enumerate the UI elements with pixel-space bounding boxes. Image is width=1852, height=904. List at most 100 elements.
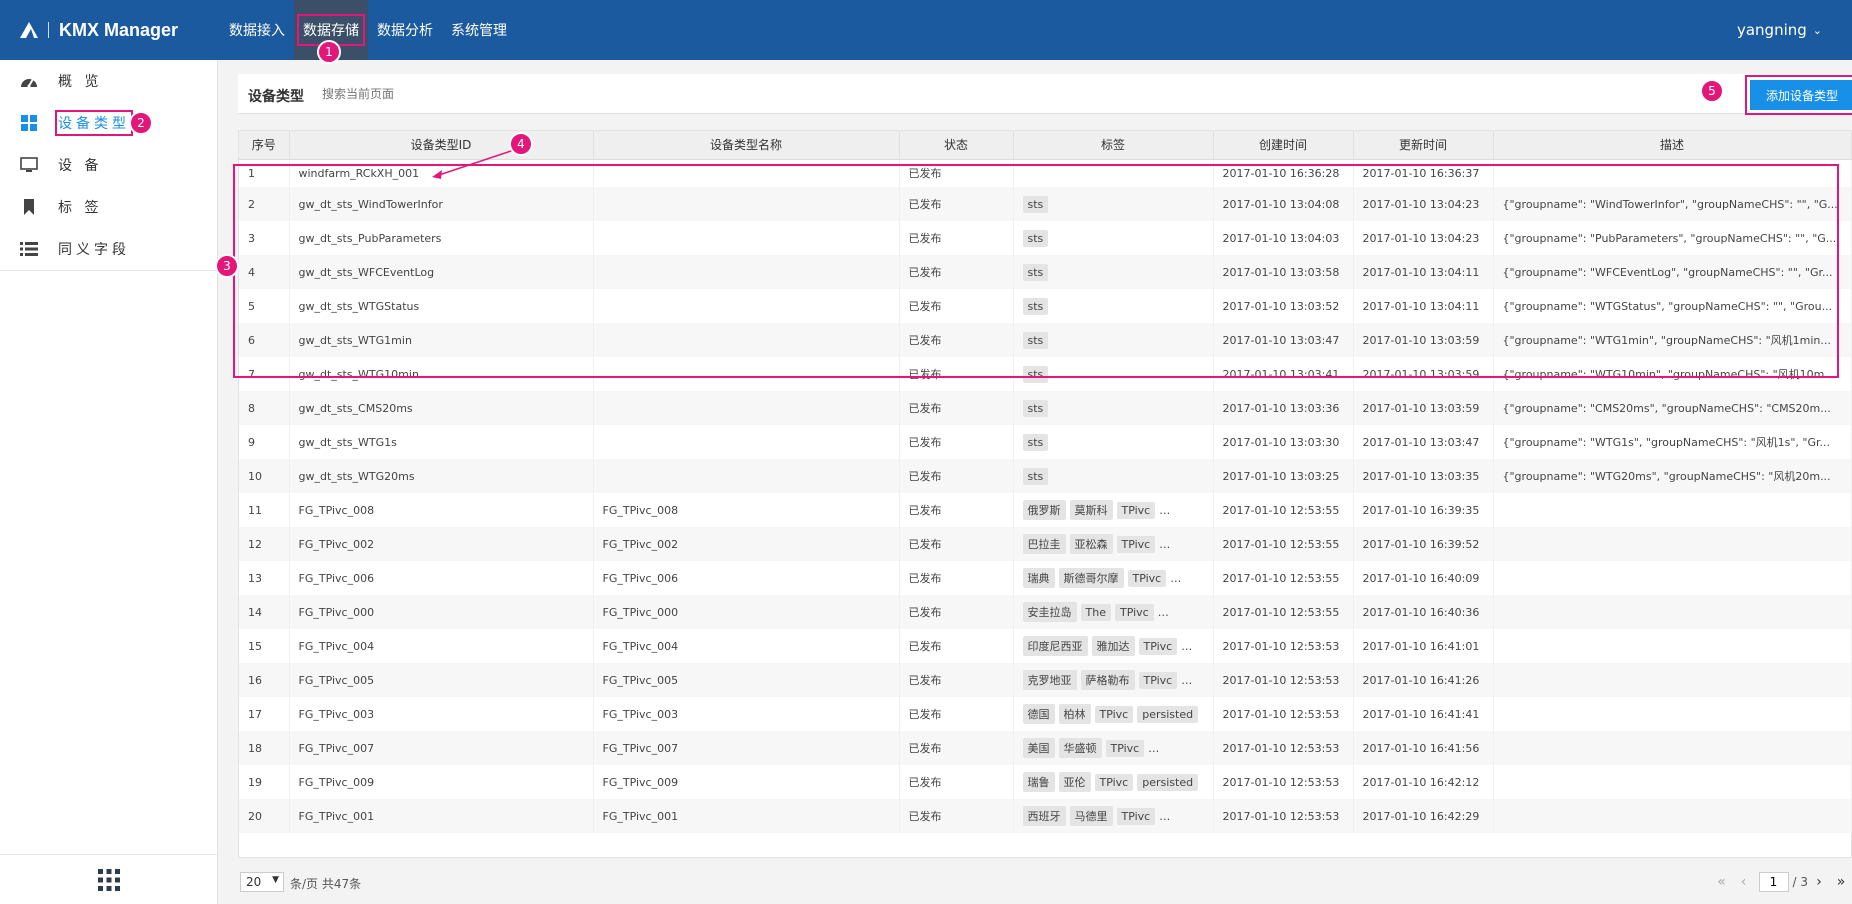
column-header[interactable]: 序号 <box>239 131 290 160</box>
search-input[interactable] <box>322 82 462 106</box>
table-row[interactable]: 9 gw_dt_sts_WTG1s 已发布 sts 2017-01-10 13:03:3… <box>239 425 1852 459</box>
device-type-name-cell <box>593 357 900 391</box>
row-index-cell: 15 <box>239 629 290 663</box>
tag-badge: persisted <box>1137 774 1199 791</box>
description-cell <box>1493 663 1852 697</box>
status-cell: 已发布 <box>899 493 1014 527</box>
first-page-icon[interactable]: « <box>1711 874 1733 890</box>
column-header[interactable]: 设备类型名称 <box>593 131 900 160</box>
table-row[interactable]: 15 FG_TPivc_004 FG_TPivc_004 已发布 印度尼西亚 雅加达 TPi… <box>239 629 1852 663</box>
device-type-id-cell: gw_dt_sts_WFCEventLog <box>289 255 594 289</box>
column-header[interactable]: 描述 <box>1493 131 1852 160</box>
created-time-cell: 2017-01-10 12:53:53 <box>1213 663 1354 697</box>
status-cell: 已发布 <box>899 561 1014 595</box>
status-cell: 已发布 <box>899 289 1014 323</box>
status-cell: 已发布 <box>899 187 1014 221</box>
sidebar-item-overview[interactable]: 概 览 <box>0 60 217 102</box>
created-time-cell: 2017-01-10 13:03:52 <box>1213 289 1354 323</box>
updated-time-cell: 2017-01-10 13:03:59 <box>1353 357 1494 391</box>
table-row[interactable]: 19 FG_TPivc_009 FG_TPivc_009 已发布 瑞鲁 亚伦 TPivc pe… <box>239 765 1852 799</box>
column-header[interactable]: 状态 <box>899 131 1014 160</box>
table-row[interactable]: 18 FG_TPivc_007 FG_TPivc_007 已发布 美国 华盛顿 TPivc p… <box>239 731 1852 765</box>
device-type-name-cell <box>593 459 900 493</box>
updated-time-cell: 2017-01-10 13:03:59 <box>1353 323 1494 357</box>
table-row[interactable]: 10 gw_dt_sts_WTG20ms 已发布 sts 2017-01-10 13:0… <box>239 459 1852 493</box>
table-row[interactable]: 8 gw_dt_sts_CMS20ms 已发布 sts 2017-01-10 13:03… <box>239 391 1852 425</box>
table-row[interactable]: 2 gw_dt_sts_WindTowerInfor 已发布 sts 2017-01-1… <box>239 187 1852 221</box>
sidebar-item-devices[interactable]: 设 备 <box>0 144 217 186</box>
tag-badge: TPivc <box>1114 604 1154 621</box>
table-row[interactable]: 14 FG_TPivc_000 FG_TPivc_000 已发布 安圭拉岛 The TPiv… <box>239 595 1852 629</box>
user-menu[interactable]: yangning ⌄ <box>1737 0 1822 60</box>
prev-page-icon[interactable]: ‹ <box>1733 874 1755 890</box>
description-cell <box>1493 697 1852 731</box>
description-cell: {"groupname": "PubParameters", "groupNam… <box>1493 221 1852 255</box>
table-row[interactable]: 20 FG_TPivc_001 FG_TPivc_001 已发布 西班牙 马德里 TPivc… <box>239 799 1852 833</box>
device-type-id-cell: FG_TPivc_005 <box>289 663 594 697</box>
tag-badge: TPivc <box>1116 536 1156 553</box>
column-header[interactable]: 更新时间 <box>1353 131 1494 160</box>
column-header[interactable]: 标签 <box>1013 131 1214 160</box>
created-time-cell: 2017-01-10 13:03:58 <box>1213 255 1354 289</box>
updated-time-cell: 2017-01-10 13:03:47 <box>1353 425 1494 459</box>
table-row[interactable]: 5 gw_dt_sts_WTGStatus 已发布 sts 2017-01-10 13:… <box>239 289 1852 323</box>
table-row[interactable]: 13 FG_TPivc_006 FG_TPivc_006 已发布 瑞典 斯德哥尔摩 TPiv… <box>239 561 1852 595</box>
add-device-type-button[interactable]: 添加设备类型 <box>1745 75 1852 115</box>
created-time-cell: 2017-01-10 16:36:28 <box>1213 159 1354 187</box>
table-row[interactable]: 3 gw_dt_sts_PubParameters 已发布 sts 2017-01-10… <box>239 221 1852 255</box>
updated-time-cell: 2017-01-10 16:42:12 <box>1353 765 1494 799</box>
last-page-icon[interactable]: » <box>1830 874 1852 890</box>
sidebar-item-device-types[interactable]: 设备类型 <box>0 102 217 144</box>
table-row[interactable]: 1 windfarm_RCkXH_001 已发布 2017-01-10 16:36:2… <box>239 159 1852 187</box>
tag-badge: 斯德哥尔摩 <box>1058 568 1124 588</box>
tag-badge: 俄罗斯 <box>1022 500 1066 520</box>
tags-cell: 俄罗斯 莫斯科 TPivc persiste <box>1013 493 1214 527</box>
tags-cell <box>1013 159 1214 187</box>
table-row[interactable]: 17 FG_TPivc_003 FG_TPivc_003 已发布 德国 柏林 TPivc pe… <box>239 697 1852 731</box>
updated-time-cell: 2017-01-10 13:03:35 <box>1353 459 1494 493</box>
username: yangning <box>1736 21 1807 39</box>
apps-menu-button[interactable] <box>0 854 217 904</box>
table-header-row: 序号 设备类型ID 设备类型名称 状态 标签 创建时间 更新时间 描述 <box>239 131 1852 160</box>
sidebar-item-synonym-fields[interactable]: 同义字段 <box>0 228 217 270</box>
table-row[interactable]: 12 FG_TPivc_002 FG_TPivc_002 已发布 巴拉圭 亚松森 TPivc… <box>239 527 1852 561</box>
status-cell: 已发布 <box>899 697 1014 731</box>
table-row[interactable]: 6 gw_dt_sts_WTG1min 已发布 sts 2017-01-10 13:03… <box>239 323 1852 357</box>
column-header[interactable]: 设备类型ID <box>289 131 594 160</box>
sidebar-item-tags[interactable]: 标 签 <box>0 186 217 228</box>
device-type-name-cell: FG_TPivc_002 <box>593 527 900 561</box>
description-cell: {"groupname": "WTG10min", "groupNameCHS"… <box>1493 357 1852 391</box>
table-row[interactable]: 16 FG_TPivc_005 FG_TPivc_005 已发布 克罗地亚 萨格勒布 TPi… <box>239 663 1852 697</box>
tag-badge: sts <box>1022 263 1049 281</box>
page-size-select[interactable]: 20 ▼ <box>240 872 284 892</box>
updated-time-cell: 2017-01-10 16:41:41 <box>1353 697 1494 731</box>
table-row[interactable]: 7 gw_dt_sts_WTG10min 已发布 sts 2017-01-10 13:0… <box>239 357 1852 391</box>
updated-time-cell: 2017-01-10 13:04:23 <box>1353 221 1494 255</box>
record-count: 条/页 共47条 <box>290 877 362 891</box>
next-page-icon[interactable]: › <box>1808 874 1830 890</box>
updated-time-cell: 2017-01-10 16:41:01 <box>1353 629 1494 663</box>
brand[interactable]: KMX Manager <box>18 0 178 60</box>
tags-cell: 克罗地亚 萨格勒布 TPivc pe <box>1013 663 1214 697</box>
topnav-system-admin[interactable]: 系统管理 <box>442 0 516 60</box>
updated-time-cell: 2017-01-10 13:04:23 <box>1353 187 1494 221</box>
page-number-input[interactable] <box>1758 872 1789 892</box>
tag-badge: 雅加达 <box>1091 636 1135 656</box>
tags-cell: sts <box>1013 187 1214 221</box>
row-index-cell: 14 <box>239 595 290 629</box>
topnav-data-ingest[interactable]: 数据接入 <box>220 0 294 60</box>
table-row[interactable]: 4 gw_dt_sts_WFCEventLog 已发布 sts 2017-01-10 1… <box>239 255 1852 289</box>
tag-badge: sts <box>1022 297 1049 315</box>
tag-badge: TPivc <box>1116 502 1156 519</box>
top-nav: 数据接入 数据存储 数据分析 系统管理 <box>220 0 516 60</box>
description-cell <box>1493 731 1852 765</box>
row-index-cell: 5 <box>239 289 290 323</box>
table-row[interactable]: 11 FG_TPivc_008 FG_TPivc_008 已发布 俄罗斯 莫斯科 TPivc… <box>239 493 1852 527</box>
annotation-badge-5: 5 <box>1700 79 1724 103</box>
row-index-cell: 4 <box>239 255 290 289</box>
sidebar-divider <box>0 270 217 271</box>
topnav-data-analysis[interactable]: 数据分析 <box>368 0 442 60</box>
description-cell <box>1493 527 1852 561</box>
caret-down-icon: ▼ <box>272 875 279 885</box>
column-header[interactable]: 创建时间 <box>1213 131 1354 160</box>
